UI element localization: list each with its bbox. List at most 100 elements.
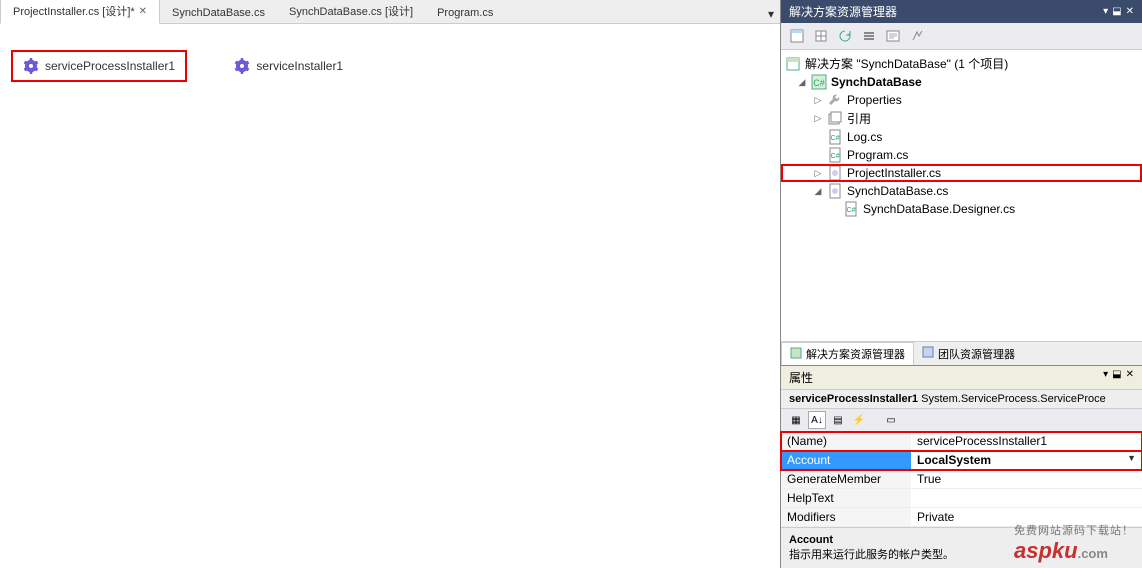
prop-name: Account bbox=[781, 451, 911, 469]
categorized-icon[interactable]: ▦ bbox=[787, 411, 805, 429]
prop-row-account[interactable]: Account LocalSystem ▼ bbox=[781, 451, 1142, 470]
tree-label: ProjectInstaller.cs bbox=[847, 166, 941, 180]
tree-file-synchdatabase[interactable]: ◢ SynchDataBase.cs bbox=[781, 182, 1142, 200]
desc-text: 指示用来运行此服务的帐户类型。 bbox=[789, 549, 954, 561]
tree-label: SynchDataBase bbox=[831, 75, 922, 89]
references-icon bbox=[827, 111, 843, 127]
property-description: Account 指示用来运行此服务的帐户类型。 免费网站源码下载站！ aspku… bbox=[781, 527, 1142, 568]
tree-file-project-installer[interactable]: ▷ ProjectInstaller.cs bbox=[781, 164, 1142, 182]
prop-row-help-text[interactable]: HelpText bbox=[781, 489, 1142, 508]
collapse-icon[interactable]: ◢ bbox=[813, 186, 823, 197]
prop-row-name[interactable]: (Name) serviceProcessInstaller1 bbox=[781, 432, 1142, 451]
tree-references[interactable]: ▷ 引用 bbox=[781, 109, 1142, 128]
cs-file-icon: C# bbox=[843, 201, 859, 217]
properties-header: 属性 ▾ ⬓ ✕ bbox=[781, 366, 1142, 390]
solution-icon bbox=[785, 56, 801, 72]
prop-value[interactable]: serviceProcessInstaller1 bbox=[917, 434, 1047, 448]
dropdown-icon[interactable]: ▼ bbox=[1127, 453, 1136, 467]
cs-file-icon: C# bbox=[827, 147, 843, 163]
tree-label: SynchDataBase.cs bbox=[847, 184, 948, 198]
expand-icon[interactable]: ▷ bbox=[813, 168, 823, 179]
expand-icon[interactable]: ▷ bbox=[813, 95, 823, 106]
panel-title: 解决方案资源管理器 bbox=[789, 3, 897, 20]
component-file-icon bbox=[827, 165, 843, 181]
csharp-project-icon: C# bbox=[811, 74, 827, 90]
tab-label: Program.cs bbox=[437, 7, 493, 19]
tab-program-cs[interactable]: Program.cs bbox=[425, 3, 505, 23]
svg-text:C#: C# bbox=[831, 135, 840, 142]
tree-label: 解决方案 "SynchDataBase" (1 个项目) bbox=[805, 55, 1008, 72]
svg-text:C#: C# bbox=[847, 207, 856, 214]
prop-value[interactable]: Private bbox=[917, 510, 954, 524]
properties-grid: (Name) serviceProcessInstaller1 Account … bbox=[781, 432, 1142, 527]
designer-surface[interactable]: serviceProcessInstaller1 serviceInstalle… bbox=[0, 24, 780, 568]
prop-name: GenerateMember bbox=[781, 470, 911, 488]
component-label: serviceInstaller1 bbox=[256, 59, 343, 73]
collapse-icon[interactable] bbox=[859, 26, 879, 46]
svg-text:C#: C# bbox=[813, 78, 825, 88]
properties-icon[interactable] bbox=[787, 26, 807, 46]
team-icon bbox=[922, 346, 934, 361]
pin-icon[interactable]: ⬓ bbox=[1112, 369, 1121, 386]
prop-name: HelpText bbox=[781, 489, 911, 507]
tab-team-explorer[interactable]: 团队资源管理器 bbox=[914, 342, 1023, 365]
gear-icon bbox=[234, 58, 250, 74]
wrench-icon bbox=[827, 92, 843, 108]
pin-icon[interactable]: ⬓ bbox=[1112, 6, 1121, 17]
component-file-icon bbox=[827, 183, 843, 199]
svg-text:C#: C# bbox=[831, 153, 840, 160]
refresh-icon[interactable] bbox=[835, 26, 855, 46]
component-service-process-installer[interactable]: serviceProcessInstaller1 bbox=[15, 54, 183, 78]
solution-toolbar bbox=[781, 23, 1142, 50]
close-icon[interactable]: ✕ bbox=[139, 6, 147, 17]
prop-value[interactable]: True bbox=[917, 472, 941, 486]
object-type: System.ServiceProcess.ServiceProce bbox=[921, 393, 1106, 405]
tree-properties[interactable]: ▷ Properties bbox=[781, 91, 1142, 109]
tab-label: 团队资源管理器 bbox=[938, 346, 1015, 362]
component-service-installer[interactable]: serviceInstaller1 bbox=[226, 54, 351, 78]
tree-file-designer[interactable]: C# SynchDataBase.Designer.cs bbox=[781, 200, 1142, 218]
view-designer-icon[interactable] bbox=[907, 26, 927, 46]
properties-toolbar: ▦ A↓ ▤ ⚡ ▭ bbox=[781, 409, 1142, 432]
expand-icon[interactable]: ▷ bbox=[813, 113, 823, 124]
tab-project-installer-design[interactable]: ProjectInstaller.cs [设计]* ✕ bbox=[0, 0, 160, 24]
panel-title: 属性 bbox=[789, 369, 813, 386]
cs-file-icon: C# bbox=[827, 129, 843, 145]
collapse-icon[interactable]: ◢ bbox=[797, 77, 807, 88]
tab-label: 解决方案资源管理器 bbox=[806, 346, 905, 362]
dropdown-icon[interactable]: ▾ bbox=[1103, 369, 1108, 386]
alphabetical-icon[interactable]: A↓ bbox=[808, 411, 826, 429]
show-all-icon[interactable] bbox=[811, 26, 831, 46]
prop-row-generate-member[interactable]: GenerateMember True bbox=[781, 470, 1142, 489]
tab-solution-explorer[interactable]: 解决方案资源管理器 bbox=[781, 342, 914, 365]
tree-file-log[interactable]: C# Log.cs bbox=[781, 128, 1142, 146]
watermark: 免费网站源码下载站！ aspku.com bbox=[1014, 522, 1134, 564]
close-icon[interactable]: ✕ bbox=[1126, 369, 1134, 386]
explorer-panel-tabs: 解决方案资源管理器 团队资源管理器 bbox=[781, 341, 1142, 365]
tab-label: ProjectInstaller.cs [设计]* bbox=[13, 3, 135, 19]
gear-icon bbox=[23, 58, 39, 74]
view-code-icon[interactable] bbox=[883, 26, 903, 46]
properties-object-selector[interactable]: serviceProcessInstaller1 System.ServiceP… bbox=[781, 390, 1142, 409]
tree-file-program[interactable]: C# Program.cs bbox=[781, 146, 1142, 164]
tree-project[interactable]: ◢ C# SynchDataBase bbox=[781, 73, 1142, 91]
component-label: serviceProcessInstaller1 bbox=[45, 59, 175, 73]
tree-label: 引用 bbox=[847, 110, 871, 127]
object-name: serviceProcessInstaller1 bbox=[789, 393, 918, 405]
tree-solution-root[interactable]: 解决方案 "SynchDataBase" (1 个项目) bbox=[781, 54, 1142, 73]
watermark-dotcom: .com bbox=[1078, 546, 1108, 561]
tree-label: Program.cs bbox=[847, 148, 908, 162]
tree-label: SynchDataBase.Designer.cs bbox=[863, 202, 1015, 216]
watermark-sub: 免费网站源码下载站！ bbox=[1014, 522, 1134, 538]
events-icon[interactable]: ⚡ bbox=[850, 411, 868, 429]
solution-tree[interactable]: 解决方案 "SynchDataBase" (1 个项目) ◢ C# SynchD… bbox=[781, 50, 1142, 341]
property-pages-icon[interactable]: ▭ bbox=[882, 411, 900, 429]
tab-label: SynchDataBase.cs [设计] bbox=[289, 3, 413, 19]
properties-page-icon[interactable]: ▤ bbox=[829, 411, 847, 429]
tab-synchdatabase-design[interactable]: SynchDataBase.cs [设计] bbox=[277, 0, 425, 23]
prop-value[interactable]: LocalSystem bbox=[917, 453, 991, 467]
tab-overflow-button[interactable]: ▾ bbox=[762, 5, 780, 23]
tab-synchdatabase-cs[interactable]: SynchDataBase.cs bbox=[160, 3, 277, 23]
close-icon[interactable]: ✕ bbox=[1126, 6, 1134, 17]
dropdown-icon[interactable]: ▾ bbox=[1103, 6, 1108, 17]
